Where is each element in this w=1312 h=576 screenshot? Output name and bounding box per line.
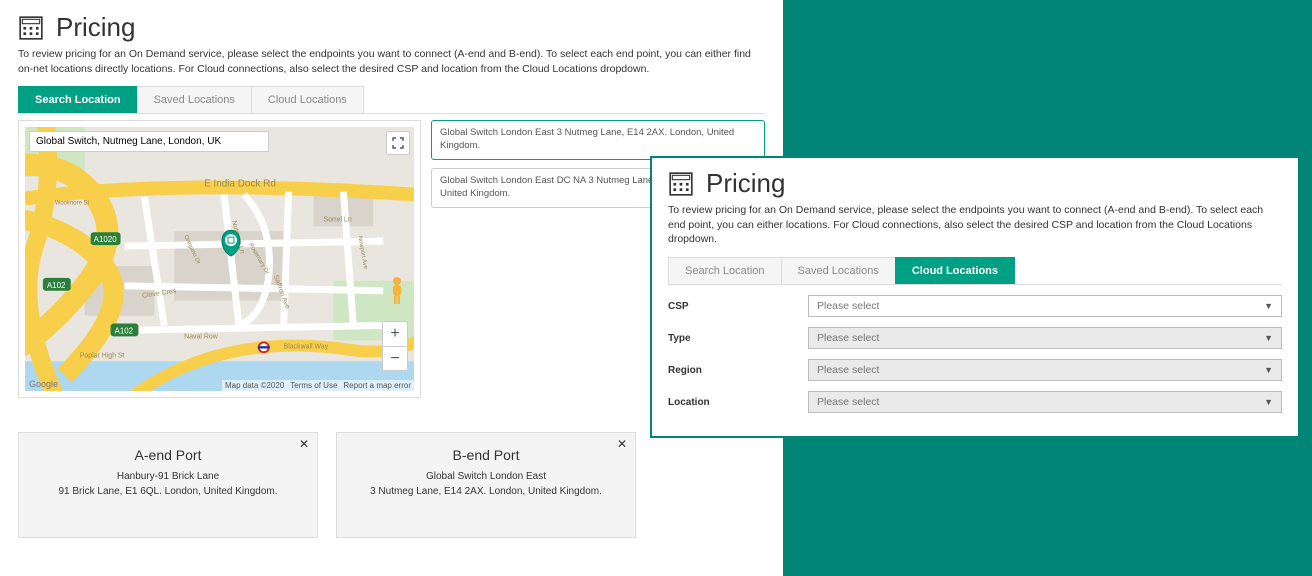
google-logo: Google <box>29 379 58 389</box>
map-report-link[interactable]: Report a map error <box>343 381 411 390</box>
form-row-location: Location Please select▼ <box>668 391 1282 413</box>
cloud-form: CSP Please select▼ Type Please select▼ R… <box>668 295 1282 413</box>
zoom-out-button[interactable]: − <box>383 346 407 370</box>
map-canvas[interactable]: E India Dock Rd Naval Row Blackwall Way … <box>25 127 414 391</box>
svg-text:Poplar High St: Poplar High St <box>80 353 125 360</box>
chevron-down-icon: ▼ <box>1264 333 1273 343</box>
zoom-in-button[interactable]: + <box>383 322 407 346</box>
svg-text:Woolmore St: Woolmore St <box>55 201 90 207</box>
ports-row: ✕ A-end Port Hanbury-91 Brick Lane 91 Br… <box>18 432 765 538</box>
intro-text: To review pricing for an On Demand servi… <box>668 203 1282 247</box>
svg-text:A102: A102 <box>115 327 134 336</box>
calculator-icon <box>668 171 694 197</box>
calculator-icon <box>18 15 44 41</box>
close-icon[interactable]: ✕ <box>299 437 309 451</box>
chevron-down-icon: ▼ <box>1264 397 1273 407</box>
chevron-down-icon: ▼ <box>1264 365 1273 375</box>
port-name: Hanbury-91 Brick Lane <box>29 471 307 482</box>
map-terms-link[interactable]: Terms of Use <box>290 381 337 390</box>
a-end-port-card: ✕ A-end Port Hanbury-91 Brick Lane 91 Br… <box>18 432 318 538</box>
region-select[interactable]: Please select▼ <box>808 359 1282 381</box>
pricing-panel-cloud: Pricing To review pricing for an On Dema… <box>650 156 1300 438</box>
map-credits: Map data ©2020 Terms of Use Report a map… <box>222 380 414 391</box>
form-row-region: Region Please select▼ <box>668 359 1282 381</box>
svg-text:E India Dock Rd: E India Dock Rd <box>204 179 276 190</box>
tab-saved-locations[interactable]: Saved Locations <box>137 86 252 113</box>
page-title: Pricing <box>706 168 785 199</box>
pegman-icon[interactable] <box>386 275 408 305</box>
port-address: 3 Nutmeg Lane, E14 2AX. London, United K… <box>347 486 625 497</box>
map-address-input[interactable]: Global Switch, Nutmeg Lane, London, UK <box>29 131 269 152</box>
location-select[interactable]: Please select▼ <box>808 391 1282 413</box>
type-label: Type <box>668 333 808 344</box>
form-row-csp: CSP Please select▼ <box>668 295 1282 317</box>
intro-text: To review pricing for an On Demand servi… <box>18 47 765 76</box>
title-row: Pricing <box>18 12 765 43</box>
zoom-control: + − <box>382 321 408 371</box>
page-title: Pricing <box>56 12 135 43</box>
port-title: B-end Port <box>347 447 625 463</box>
location-label: Location <box>668 397 808 408</box>
tab-cloud-locations[interactable]: Cloud Locations <box>895 257 1015 284</box>
tab-search-location[interactable]: Search Location <box>18 86 138 113</box>
tab-cloud-locations[interactable]: Cloud Locations <box>251 86 364 113</box>
search-result[interactable]: Global Switch London East 3 Nutmeg Lane,… <box>431 120 765 160</box>
csp-label: CSP <box>668 301 808 312</box>
tabs: Search Location Saved Locations Cloud Lo… <box>18 86 765 114</box>
b-end-port-card: ✕ B-end Port Global Switch London East 3… <box>336 432 636 538</box>
type-select[interactable]: Please select▼ <box>808 327 1282 349</box>
map-container[interactable]: E India Dock Rd Naval Row Blackwall Way … <box>18 120 421 398</box>
tabs: Search Location Saved Locations Cloud Lo… <box>668 257 1282 285</box>
close-icon[interactable]: ✕ <box>617 437 627 451</box>
map-data-credit: Map data ©2020 <box>225 381 284 390</box>
tab-search-location[interactable]: Search Location <box>668 257 782 284</box>
fullscreen-icon[interactable] <box>386 131 410 155</box>
svg-text:A1020: A1020 <box>94 236 118 245</box>
svg-text:A102: A102 <box>47 281 66 290</box>
title-row: Pricing <box>668 168 1282 199</box>
form-row-type: Type Please select▼ <box>668 327 1282 349</box>
tab-saved-locations[interactable]: Saved Locations <box>781 257 896 284</box>
svg-text:Sorrel Ln: Sorrel Ln <box>323 217 351 224</box>
chevron-down-icon: ▼ <box>1264 301 1273 311</box>
port-address: 91 Brick Lane, E1 6QL. London, United Ki… <box>29 486 307 497</box>
port-name: Global Switch London East <box>347 471 625 482</box>
svg-text:Blackwall Way: Blackwall Way <box>284 344 329 351</box>
csp-select[interactable]: Please select▼ <box>808 295 1282 317</box>
svg-text:Naval Row: Naval Row <box>184 334 219 341</box>
port-title: A-end Port <box>29 447 307 463</box>
region-label: Region <box>668 365 808 376</box>
